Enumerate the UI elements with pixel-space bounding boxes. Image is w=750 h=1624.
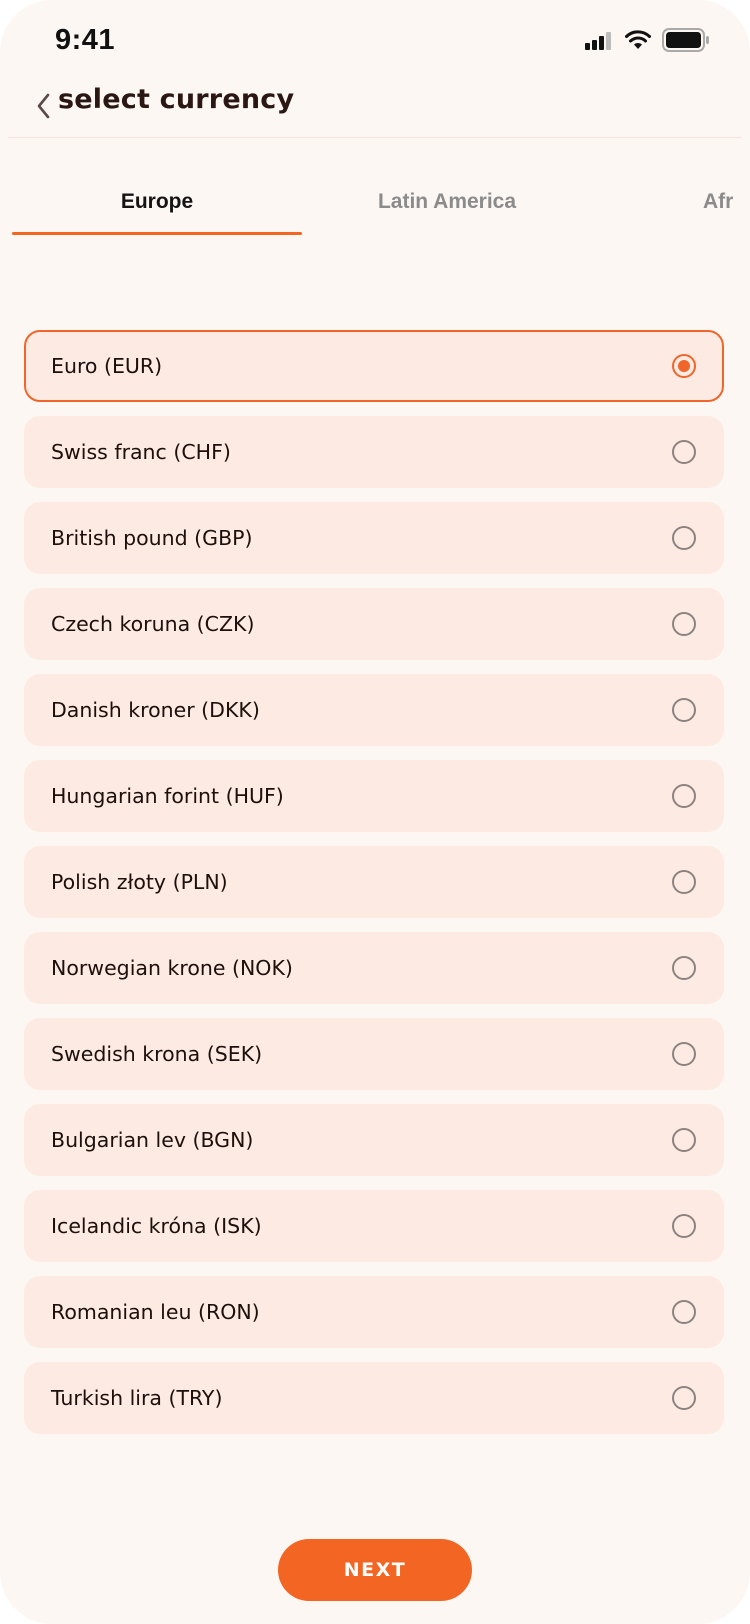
radio-selected-icon[interactable] [672, 354, 696, 378]
currency-label: Bulgarian lev (BGN) [51, 1128, 254, 1152]
tab-europe[interactable]: Europe [12, 160, 302, 236]
currency-label: Euro (EUR) [51, 354, 163, 378]
currency-list: Euro (EUR) Swiss franc (CHF) British pou… [24, 330, 724, 1448]
currency-option-try[interactable]: Turkish lira (TRY) [24, 1362, 724, 1434]
phone-screen: 9:41 select currency Europe Latin Americ… [0, 0, 750, 1624]
currency-label: Norwegian krone (NOK) [51, 956, 293, 980]
page-title: select currency [58, 84, 295, 115]
header: select currency [0, 80, 750, 136]
currency-option-bgn[interactable]: Bulgarian lev (BGN) [24, 1104, 724, 1176]
radio-unselected-icon[interactable] [672, 526, 696, 550]
currency-label: Turkish lira (TRY) [51, 1386, 223, 1410]
chevron-left-icon [35, 92, 53, 124]
currency-label: Danish kroner (DKK) [51, 698, 260, 722]
currency-label: Polish złoty (PLN) [51, 870, 228, 894]
radio-unselected-icon[interactable] [672, 784, 696, 808]
currency-label: Swedish krona (SEK) [51, 1042, 263, 1066]
radio-unselected-icon[interactable] [672, 870, 696, 894]
tab-africa[interactable]: Afr [703, 160, 750, 236]
header-divider [8, 137, 742, 138]
radio-unselected-icon[interactable] [672, 612, 696, 636]
tab-latin-america[interactable]: Latin America [302, 160, 592, 236]
status-time: 9:41 [55, 24, 116, 56]
currency-option-isk[interactable]: Icelandic króna (ISK) [24, 1190, 724, 1262]
currency-label: Hungarian forint (HUF) [51, 784, 284, 808]
currency-option-pln[interactable]: Polish złoty (PLN) [24, 846, 724, 918]
currency-label: British pound (GBP) [51, 526, 253, 550]
status-icons [584, 28, 710, 56]
radio-unselected-icon[interactable] [672, 1214, 696, 1238]
currency-label: Czech koruna (CZK) [51, 612, 255, 636]
radio-unselected-icon[interactable] [672, 1386, 696, 1410]
currency-option-ron[interactable]: Romanian leu (RON) [24, 1276, 724, 1348]
currency-option-sek[interactable]: Swedish krona (SEK) [24, 1018, 724, 1090]
currency-label: Romanian leu (RON) [51, 1300, 260, 1324]
currency-option-gbp[interactable]: British pound (GBP) [24, 502, 724, 574]
active-tab-indicator [12, 232, 302, 235]
currency-label: Swiss franc (CHF) [51, 440, 231, 464]
currency-label: Icelandic króna (ISK) [51, 1214, 262, 1238]
currency-option-czk[interactable]: Czech koruna (CZK) [24, 588, 724, 660]
radio-unselected-icon[interactable] [672, 1128, 696, 1152]
currency-option-chf[interactable]: Swiss franc (CHF) [24, 416, 724, 488]
battery-icon [662, 28, 710, 56]
radio-unselected-icon[interactable] [672, 1042, 696, 1066]
currency-option-huf[interactable]: Hungarian forint (HUF) [24, 760, 724, 832]
currency-option-eur[interactable]: Euro (EUR) [24, 330, 724, 402]
radio-unselected-icon[interactable] [672, 1300, 696, 1324]
next-button[interactable]: NEXT [278, 1539, 472, 1601]
radio-dot [678, 360, 690, 372]
radio-unselected-icon[interactable] [672, 698, 696, 722]
radio-unselected-icon[interactable] [672, 956, 696, 980]
radio-unselected-icon[interactable] [672, 440, 696, 464]
currency-option-nok[interactable]: Norwegian krone (NOK) [24, 932, 724, 1004]
status-bar: 9:41 [0, 0, 750, 80]
wifi-icon [624, 30, 652, 54]
region-tabs: Europe Latin America Afr [0, 160, 750, 236]
currency-option-dkk[interactable]: Danish kroner (DKK) [24, 674, 724, 746]
cellular-signal-icon [584, 30, 614, 54]
